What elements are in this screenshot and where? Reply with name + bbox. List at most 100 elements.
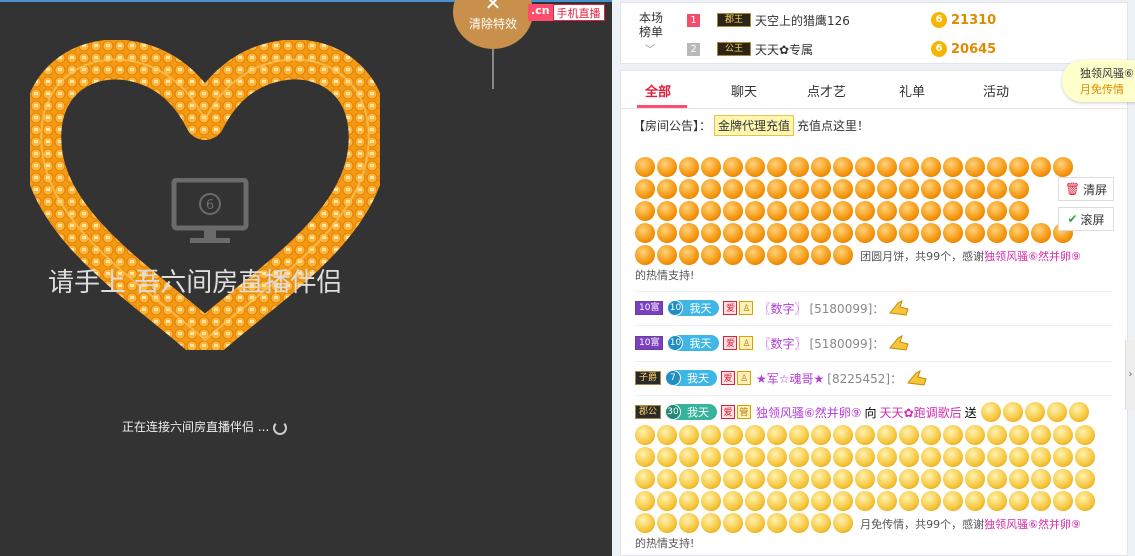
chat-user-id: [5180099]：	[809, 301, 885, 316]
mobile-live-badge[interactable]: .cn 手机直播	[528, 4, 605, 21]
close-icon: ✕	[484, 0, 502, 15]
app-root: 6 请手上 吾六间房直播伴侣 正在连接六间房直播伴侣 ... ✕ 清除特效 .c…	[0, 0, 1135, 556]
gift-wall-rabbit: 月免传情，共99个，感谢独领风骚⑥然并卵⑨ 的热情支持!	[635, 425, 1115, 551]
noble-badge: 公王	[717, 42, 751, 56]
tab-all[interactable]: 全部	[645, 81, 671, 100]
chat-tabs: 全部 聊天 点才艺 礼单 活动	[621, 71, 1127, 109]
gift-lead-icons	[980, 402, 1091, 422]
gift-row	[635, 157, 1075, 179]
fan-level: 30	[665, 404, 682, 420]
applause-emoji-icon	[907, 370, 927, 386]
gift-row	[635, 425, 1115, 447]
gift-target[interactable]: 天天✿跑调歌后	[880, 404, 962, 421]
side-panel: 本场 榜单 ﹀ 1 郡王 天空上的猎鹰126 6 21310 2 公王 天天✿专…	[612, 0, 1135, 556]
gift-sender-link[interactable]: 独领风骚⑥然并卵⑨	[984, 518, 1081, 531]
video-player[interactable]: 6 请手上 吾六间房直播伴侣 正在连接六间房直播伴侣 ... ✕ 清除特效 .c…	[0, 0, 612, 556]
fan-level: 10	[667, 300, 684, 316]
tab-gift-list[interactable]: 礼单	[899, 81, 925, 100]
chat-username[interactable]: ★军☆魂哥★	[756, 370, 824, 387]
rank-number: 1	[687, 13, 700, 27]
gift-row	[635, 223, 1075, 245]
gift-row	[635, 179, 1075, 201]
fan-badge: 10 我天	[667, 300, 720, 316]
float-line2: 月免传情	[1080, 83, 1124, 96]
auto-scroll-label: 滚屏	[1080, 212, 1105, 227]
top-sender-float[interactable]: 独领风骚⑥ 月免传情	[1062, 60, 1135, 102]
gift-row	[635, 469, 1115, 491]
divider	[635, 395, 1113, 396]
ranking-title[interactable]: 本场 榜单	[637, 11, 665, 39]
fan-name: 我天	[687, 406, 710, 419]
offline-message: 请手上 吾六间房直播伴侣	[48, 268, 343, 298]
love-badge: 爱	[721, 371, 736, 385]
user-badge: ♙	[739, 301, 754, 315]
ranking-box: 本场 榜单 ﹀ 1 郡王 天空上的猎鹰126 6 21310 2 公王 天天✿专…	[620, 2, 1128, 64]
divider	[635, 325, 1113, 326]
fan-level: 10	[667, 335, 684, 351]
love-badge: 爱	[723, 301, 738, 315]
rank-number: 2	[687, 42, 700, 56]
rank-score-value: 21310	[951, 12, 997, 28]
chevron-down-icon[interactable]: ﹀	[645, 41, 655, 56]
chat-message: 子爵 7 我天 爱 ♙ ★军☆魂哥★ [8225452]：	[635, 367, 928, 389]
fan-badge: 7 我天	[665, 370, 718, 386]
ranking-title-line2: 榜单	[638, 25, 663, 39]
mobile-live-label: 手机直播	[552, 4, 605, 21]
coin-icon: 6	[931, 12, 947, 28]
loading-status: 正在连接六间房直播伴侣 ...	[122, 418, 288, 435]
spinner-icon	[273, 420, 288, 435]
clear-effects-button[interactable]: ✕ 清除特效	[453, 0, 533, 49]
gift-row: 团圆月饼，共99个，感谢独领风骚⑥然并卵⑨	[635, 245, 1081, 267]
divider	[635, 361, 1113, 362]
ranking-title-line1: 本场	[638, 11, 663, 25]
active-tab-indicator	[637, 105, 687, 108]
tab-chat[interactable]: 聊天	[731, 81, 757, 100]
gift-caption-tail: 的热情支持!	[635, 537, 695, 550]
applause-emoji-icon	[889, 300, 909, 316]
coin-icon: 6	[931, 41, 947, 57]
tab-activity[interactable]: 活动	[983, 81, 1009, 100]
rank-row[interactable]: 1 郡王 天空上的猎鹰126	[687, 11, 850, 29]
fan-level: 7	[665, 370, 682, 386]
gift-caption-text: 团圆月饼，共99个，感谢	[860, 250, 985, 263]
check-icon: ✔	[1067, 212, 1078, 226]
love-badge: 爱	[723, 336, 738, 350]
gift-sender[interactable]: 独领风骚⑥然并卵⑨	[756, 404, 862, 421]
clear-screen-label: 清屏	[1083, 182, 1108, 197]
user-badge: ♙	[739, 336, 754, 350]
trash-icon: 🗑	[1064, 182, 1081, 196]
noble-level-badge: 子爵	[635, 371, 662, 385]
gold-agent-recharge-link[interactable]: 金牌代理充值	[714, 115, 795, 136]
gift-to-text: 向	[864, 405, 877, 420]
gift-caption-text: 月免传情，共99个，感谢	[860, 518, 985, 531]
notice-suffix[interactable]: 充值点这里！	[797, 117, 869, 134]
notice-prefix: 【房间公告】：	[633, 119, 712, 133]
gift-row	[635, 491, 1115, 513]
chat-message: 10富 10 我天 爱 ♙ 〖数字〗 [5180099]：	[635, 297, 910, 319]
chat-message: 10富 10 我天 爱 ♙ 〖数字〗 [5180099]：	[635, 332, 910, 354]
gift-caption-tail: 的热情支持!	[635, 269, 695, 282]
love-badge: 爱	[721, 405, 736, 419]
monitor-icon: 6	[171, 178, 249, 243]
fan-badge: 30 我天	[665, 404, 718, 420]
auto-scroll-button[interactable]: ✔ 滚屏	[1058, 207, 1114, 231]
fan-name: 我天	[687, 372, 710, 385]
collapse-panel-toggle[interactable]: ›	[1125, 340, 1135, 410]
rank-score: 6 20645	[931, 41, 996, 57]
gift-message: 郡公 30 我天 爱 管 独领风骚⑥然并卵⑨ 向 天天✿跑调歌后 送	[635, 401, 1091, 423]
gift-caption: 月免传情，共99个，感谢独领风骚⑥然并卵⑨	[860, 518, 1081, 531]
domain-suffix: .cn	[528, 4, 553, 21]
clear-screen-button[interactable]: 🗑 清屏	[1058, 177, 1114, 201]
chat-username[interactable]: 〖数字〗	[758, 335, 806, 352]
noble-level-badge: 郡公	[635, 405, 662, 419]
rank-score-value: 20645	[951, 41, 997, 57]
rank-row[interactable]: 2 公王 天天✿专属	[687, 40, 813, 58]
float-line1: 独领风骚⑥	[1080, 67, 1134, 80]
tab-talent[interactable]: 点才艺	[807, 81, 846, 100]
chat-username[interactable]: 〖数字〗	[758, 300, 806, 317]
chat-user-id: [8225452]：	[827, 371, 903, 386]
gift-wall-mooncake: 团圆月饼，共99个，感谢独领风骚⑥然并卵⑨ 的热情支持!	[635, 157, 1081, 283]
manager-badge: 管	[737, 405, 752, 419]
gift-sender-link[interactable]: 独领风骚⑥然并卵⑨	[984, 250, 1081, 263]
gift-caption: 团圆月饼，共99个，感谢独领风骚⑥然并卵⑨	[860, 250, 1081, 263]
